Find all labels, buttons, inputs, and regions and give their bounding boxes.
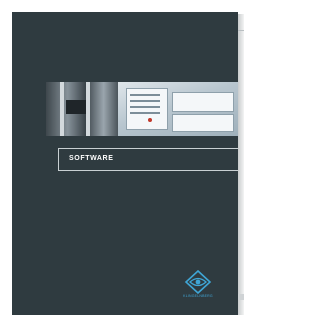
eye-diamond-logo-icon — [184, 269, 212, 295]
cover-title: SOFTWARE — [69, 155, 114, 162]
screen-line — [130, 94, 160, 96]
logo-text: KLINGELNBERG — [183, 294, 213, 298]
screen-panel — [172, 92, 234, 112]
cover-photo — [46, 82, 238, 136]
brand-logo: KLINGELNBERG — [180, 269, 216, 300]
screen-marker — [148, 118, 152, 122]
software-screen-image — [118, 82, 238, 136]
screen-panel — [172, 114, 234, 132]
screen-line — [130, 106, 160, 108]
machine-clamp — [66, 100, 86, 114]
machine-rod — [60, 82, 64, 136]
machine-rod — [86, 82, 90, 136]
cover-title-box: SOFTWARE — [58, 148, 238, 171]
page-edge-shadow — [238, 14, 244, 315]
screen-line — [130, 112, 160, 114]
document-viewer: SOFTWARE KLINGELNBERG — [0, 0, 244, 315]
screen-line — [130, 100, 160, 102]
